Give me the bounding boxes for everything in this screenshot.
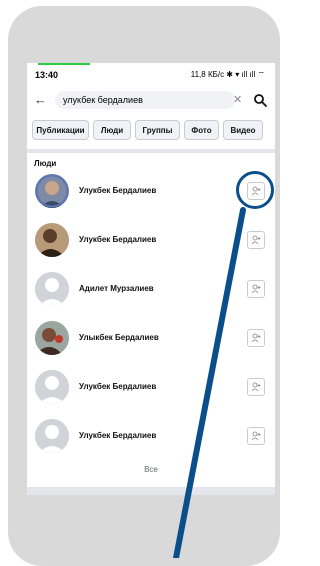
bottom-divider	[27, 487, 275, 495]
person-row[interactable]: Улыкбек Бердалиев	[27, 317, 275, 361]
back-arrow-icon[interactable]: ←	[34, 92, 47, 107]
avatar	[35, 321, 69, 355]
avatar	[35, 272, 69, 306]
add-friend-icon	[251, 284, 261, 294]
person-row[interactable]: Улукбек Бердалиев	[27, 366, 275, 410]
person-name: Улукбек Бердалиев	[79, 235, 157, 244]
person-name: Улукбек Бердалиев	[79, 186, 157, 195]
person-name: Улукбек Бердалиев	[79, 431, 157, 440]
search-input[interactable]	[55, 91, 235, 109]
search-icon[interactable]	[253, 93, 267, 107]
add-friend-button[interactable]	[247, 378, 265, 396]
add-friend-button[interactable]	[247, 329, 265, 347]
add-friend-button[interactable]	[247, 280, 265, 298]
filter-chip-video[interactable]: Видео	[223, 120, 263, 140]
status-indicators: 11,8 КБ/с ✱ ▾ ıll ıll ⌔	[190, 70, 265, 79]
status-time: 13:40	[35, 70, 59, 80]
avatar	[35, 174, 69, 208]
filter-chip-groups[interactable]: Группы	[135, 120, 180, 140]
filter-chip-people[interactable]: Люди	[93, 120, 131, 140]
highlight-circle	[236, 171, 274, 209]
status-bar: 13:40 11,8 КБ/с ✱ ▾ ıll ıll ⌔	[27, 63, 275, 87]
search-bar: ← ✕	[27, 87, 275, 113]
person-row[interactable]: Адилет Мурзалиев	[27, 268, 275, 312]
status-accent-line	[38, 63, 90, 65]
see-all-link[interactable]: Все	[27, 465, 275, 474]
add-friend-icon	[251, 382, 261, 392]
add-friend-button[interactable]	[247, 427, 265, 445]
avatar	[35, 370, 69, 404]
filter-chip-photos[interactable]: Фото	[184, 120, 219, 140]
add-friend-icon	[251, 235, 261, 245]
section-divider	[27, 149, 275, 153]
person-name: Улукбек Бердалиев	[79, 382, 157, 391]
person-row[interactable]: Улукбек Бердалиев	[27, 219, 275, 263]
section-title-people: Люди	[34, 159, 57, 168]
add-friend-icon	[251, 431, 261, 441]
app-screen: 13:40 11,8 КБ/с ✱ ▾ ıll ıll ⌔ ← ✕ Публик…	[27, 63, 275, 495]
person-name: Адилет Мурзалиев	[79, 284, 154, 293]
person-name: Улыкбек Бердалиев	[79, 333, 159, 342]
filter-chip-posts[interactable]: Публикации	[32, 120, 89, 140]
clear-icon[interactable]: ✕	[233, 93, 242, 106]
avatar	[35, 223, 69, 257]
person-row[interactable]: Улукбек Бердалиев	[27, 415, 275, 459]
add-friend-icon	[251, 333, 261, 343]
add-friend-button[interactable]	[247, 231, 265, 249]
avatar	[35, 419, 69, 453]
filter-chips: Публикации Люди Группы Фото Видео	[27, 120, 275, 142]
